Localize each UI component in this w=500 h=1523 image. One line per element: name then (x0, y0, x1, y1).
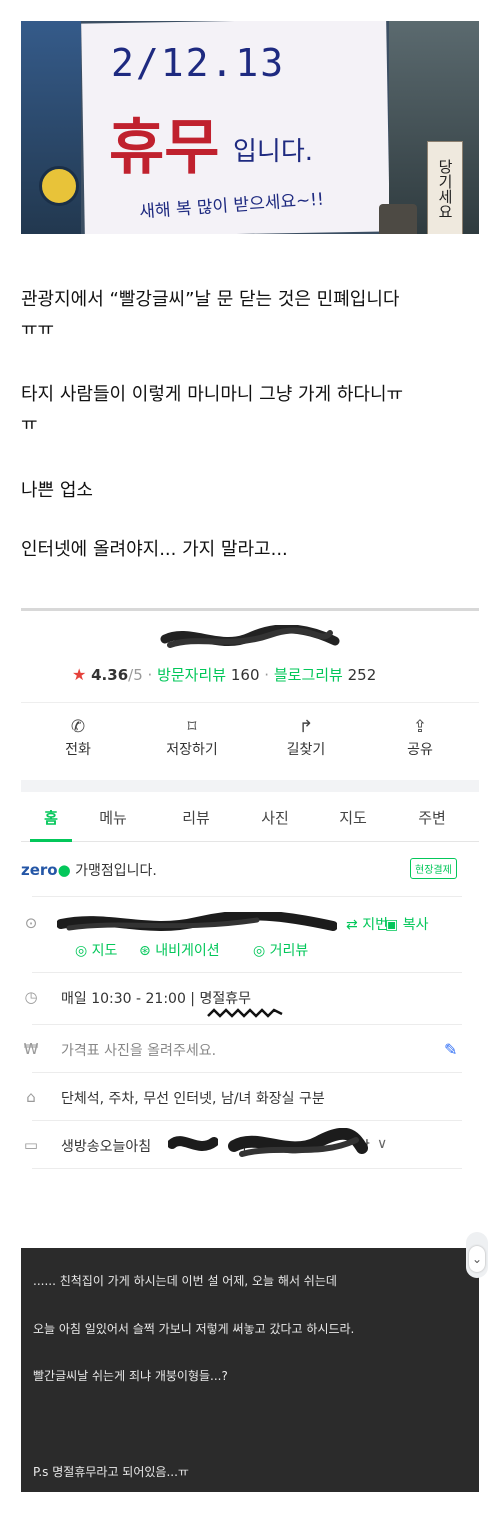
row-divider (32, 1168, 462, 1169)
post-paragraph-1: 관광지에서 “빨강글씨”날 문 닫는 것은 민폐입니다 ㅠㅠ (21, 285, 481, 345)
save-button[interactable]: ⌑ 저장하기 (135, 715, 249, 759)
bookmark-icon: ⌑ (187, 717, 197, 737)
sign-date: 2/12.13 (111, 41, 286, 85)
address-redaction (57, 912, 337, 931)
section-separator (21, 780, 479, 792)
action-bar: ✆ 전화 ⌑ 저장하기 ↱ 길찾기 ⇪ 공유 (21, 702, 479, 773)
sign-closed-suffix: 입니다. (233, 137, 314, 167)
post-paragraph-4: 인터넷에 올려야지... 가지 말라고... (21, 539, 288, 560)
tab-nearby[interactable]: 주변 (402, 807, 462, 828)
location-pin-icon: ⊙ (24, 914, 38, 932)
post-paragraph-3: 나쁜 업소 (21, 480, 93, 501)
phone-icon: ✆ (70, 717, 86, 737)
chevron-down-icon: ⌄ (469, 1246, 485, 1272)
row-divider (32, 1120, 462, 1121)
business-hours: 매일 10:30 - 21:00 | 명절휴무 (61, 991, 251, 1007)
price-photo-prompt: 가격표 사진을 올려주세요. (61, 1043, 217, 1059)
share-label: 공유 (407, 742, 433, 758)
visitor-reviews-label: 방문자리뷰 (157, 666, 227, 684)
address-row: ⊙ ⇄ 지번 ▣ 복사 ◎ 지도 ⊛ 내비게이션 ◎ 거리뷰 (21, 912, 463, 962)
handwritten-underline-scribble (207, 1008, 283, 1018)
post-paragraph-2: 타지 사람들이 이렇게 마니마니 그냥 가게 하다니ㅠ ㅠ (21, 380, 481, 440)
closed-sign-photo: 2/12.13 휴무 입니다. 새해 복 많이 받으세요~!! 당기세요 (21, 21, 479, 234)
navigation-link[interactable]: ⊛ 내비게이션 (139, 940, 220, 960)
rating-row: ★ 4.36/5 · 방문자리뷰 160 · 블로그리뷰 252 (72, 664, 376, 685)
active-tab-indicator (30, 839, 72, 842)
tv-program-name: 생방송오늘아침 (61, 1139, 152, 1155)
directions-label: 길찾기 (286, 742, 326, 758)
door-sticker (39, 166, 79, 206)
scroll-button[interactable]: ⌄ (466, 1232, 488, 1278)
tab-menu[interactable]: 메뉴 (83, 807, 143, 828)
rating-value: 4.36 (91, 666, 129, 684)
row-divider (32, 1024, 462, 1025)
onsite-payment-badge: 현장결제 (410, 858, 457, 879)
directions-button[interactable]: ↱ 길찾기 (249, 715, 363, 759)
row-divider (32, 1072, 462, 1073)
edit-pencil-icon[interactable]: ✎ (444, 1040, 457, 1059)
comment-line-2: 오늘 아침 일있어서 슬쩍 가보니 저렇게 써놓고 갔다고 하시드라. (33, 1322, 355, 1336)
comment-line-4: P.s 명절휴무라고 되어있음...ㅠ (33, 1465, 189, 1479)
tab-map[interactable]: 지도 (323, 807, 383, 828)
clock-icon: ◷ (24, 988, 38, 1006)
star-icon: ★ (72, 665, 87, 684)
post-line: 관광지에서 “빨강글씨”날 문 닫는 것은 민폐입니다 (21, 289, 400, 310)
store-icon: ⌂ (26, 1088, 36, 1106)
share-button[interactable]: ⇪ 공유 (363, 715, 477, 759)
tv-redaction-1 (168, 1136, 218, 1151)
visitor-reviews-count: 160 (230, 666, 260, 684)
street-view-link[interactable]: ◎ 거리뷰 (253, 940, 308, 960)
map-link[interactable]: ◎ 지도 (75, 940, 117, 960)
place-name-redaction (160, 625, 340, 648)
blog-reviews-label: 블로그리뷰 (273, 666, 343, 684)
tv-icon: ▭ (23, 1136, 39, 1154)
share-icon: ⇪ (412, 717, 428, 737)
tv-redaction-2 (228, 1128, 368, 1157)
jibun-toggle[interactable]: ⇄ 지번 (346, 914, 388, 934)
zero-pay-logo: zero● (21, 861, 71, 879)
zero-pay-row: zero● 가맹점입니다. (21, 860, 463, 880)
call-label: 전화 (65, 742, 91, 758)
blog-reviews-link[interactable]: 블로그리뷰 252 (274, 666, 376, 684)
call-button[interactable]: ✆ 전화 (21, 715, 135, 759)
dot-separator: · (147, 666, 158, 684)
sign-closed-text: 휴무 (109, 113, 220, 183)
dot-separator: · (264, 666, 274, 684)
blog-reviews-count: 252 (347, 666, 377, 684)
chevron-down-icon[interactable]: ∨ (377, 1136, 387, 1152)
save-label: 저장하기 (166, 742, 218, 758)
zero-pay-text: 가맹점입니다. (75, 863, 157, 879)
visitor-reviews-link[interactable]: 방문자리뷰 160 (157, 666, 259, 684)
comment-line-3: 빨간글씨날 쉬는게 죄냐 개붕이형들...? (33, 1369, 228, 1383)
post-line: 타지 사람들이 이렇게 마니마니 그냥 가게 하다니ㅠ (21, 384, 404, 405)
row-divider (32, 896, 462, 897)
comment-line-1: ...... 친척집이 가게 하시는데 이번 설 어제, 오늘 해서 쉬는데 (33, 1274, 337, 1288)
directions-icon: ↱ (298, 717, 314, 737)
facilities-text: 단체석, 주차, 무선 인터넷, 남/녀 화장실 구분 (61, 1091, 325, 1107)
tab-photos[interactable]: 사진 (245, 807, 305, 828)
tab-reviews[interactable]: 리뷰 (166, 807, 226, 828)
zero-pay-dot-icon: ● (57, 861, 71, 879)
won-icon: ₩ (23, 1040, 39, 1058)
door-pull-sign: 당기세요 (427, 141, 463, 234)
post-line: ㅠ (21, 414, 38, 435)
tab-home[interactable]: 홈 (21, 807, 81, 828)
copy-address-button[interactable]: ▣ 복사 (385, 914, 428, 934)
card-top-edge (21, 608, 479, 611)
row-divider (32, 972, 462, 973)
place-tabs: 홈 메뉴 리뷰 사진 지도 주변 (21, 793, 479, 842)
post-line: ㅠㅠ (21, 319, 55, 340)
door-handle (379, 204, 417, 234)
rating-max: /5 (128, 666, 143, 684)
